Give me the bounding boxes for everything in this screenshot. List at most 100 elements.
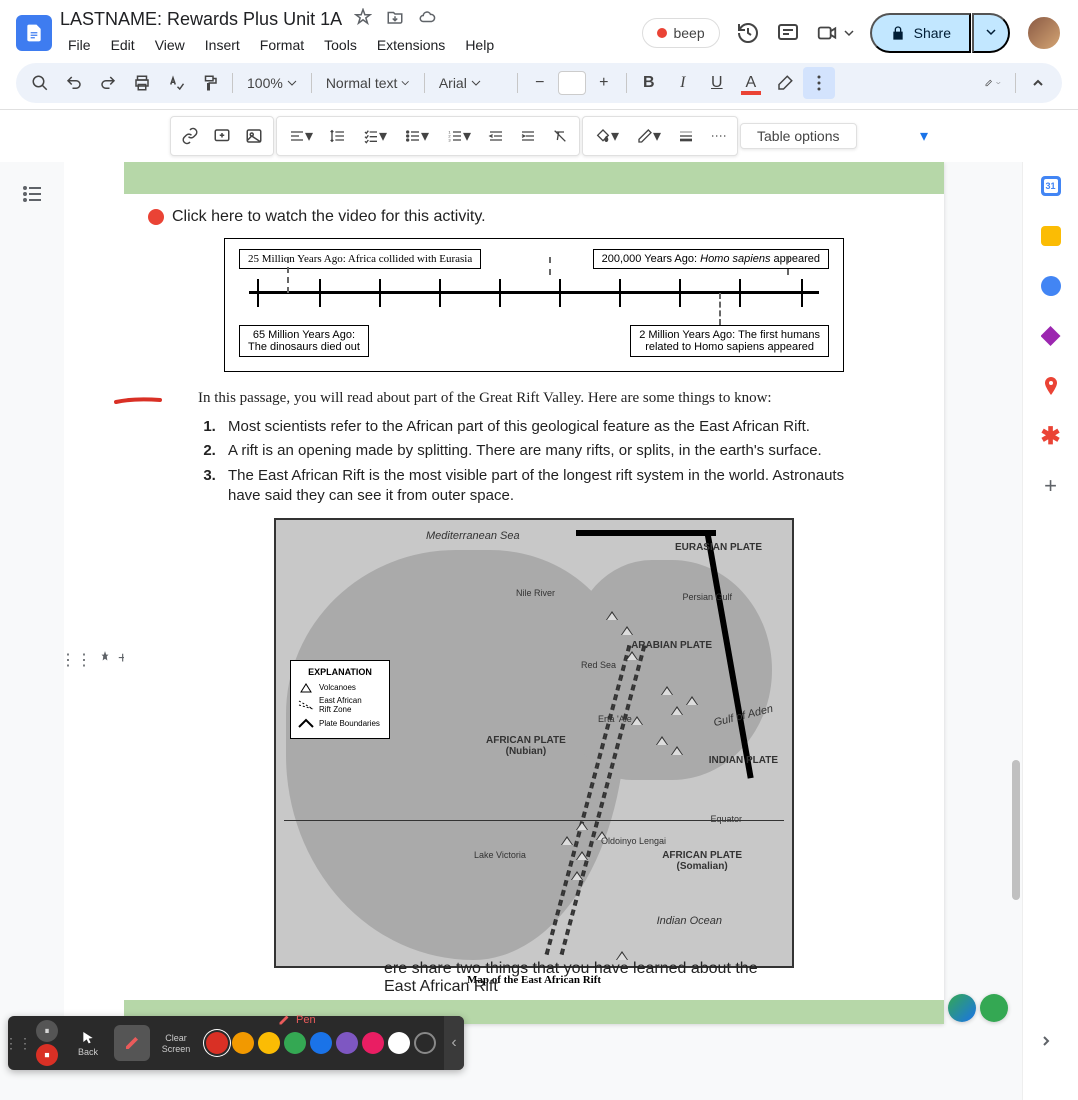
drag-handle-icon[interactable]: ⋮⋮ [64, 650, 92, 670]
link-icon[interactable] [175, 121, 205, 151]
border-color-icon[interactable]: ▾ [629, 121, 669, 151]
docs-logo[interactable] [16, 15, 52, 51]
timeline-label-top-left: 25 Million Years Ago: Africa collided wi… [239, 249, 481, 269]
checklist-icon[interactable]: ▾ [355, 121, 395, 151]
cloud-icon[interactable] [418, 8, 436, 31]
get-addons-icon[interactable]: + [1041, 476, 1061, 496]
expand-side-panel-icon[interactable] [1038, 1033, 1054, 1054]
video-link[interactable]: Click here to watch the video for this a… [148, 208, 920, 226]
color-yellow[interactable] [258, 1032, 280, 1054]
timeline-label-top-right: 200,000 Years Ago: Homo sapiens appeared [593, 249, 829, 269]
header: LASTNAME: Rewards Plus Unit 1A File Edit… [0, 0, 1078, 57]
outline-toggle-icon[interactable] [20, 182, 44, 206]
title-area: LASTNAME: Rewards Plus Unit 1A File Edit… [60, 8, 634, 57]
align-icon[interactable]: ▾ [281, 121, 321, 151]
fill-color-icon[interactable]: ▾ [587, 121, 627, 151]
spellcheck-icon[interactable] [160, 67, 192, 99]
pause-button[interactable]: ⏸ [36, 1020, 58, 1042]
contacts-icon[interactable] [1041, 326, 1061, 346]
color-none[interactable] [414, 1032, 436, 1054]
add-comment-icon[interactable] [207, 121, 237, 151]
more-button[interactable] [803, 67, 835, 99]
border-width-icon[interactable] [671, 121, 701, 151]
collapse-toolbar-icon[interactable] [1022, 67, 1054, 99]
doc-title[interactable]: LASTNAME: Rewards Plus Unit 1A [60, 9, 342, 30]
color-green[interactable] [284, 1032, 306, 1054]
zoom-select[interactable]: 100% [239, 75, 305, 91]
menu-tools[interactable]: Tools [316, 33, 365, 57]
clear-screen-button[interactable]: Clear Screen [158, 1025, 194, 1061]
border-dash-icon[interactable] [703, 121, 733, 151]
star-icon[interactable] [354, 8, 372, 31]
share-button[interactable]: Share [870, 13, 971, 53]
bold-button[interactable]: B [633, 67, 665, 99]
timeline-label-bot-right: 2 Million Years Ago: The first humansrel… [630, 325, 829, 357]
user-avatar[interactable] [1026, 15, 1062, 51]
addon-icon[interactable]: ✱ [1041, 426, 1061, 446]
menu-help[interactable]: Help [457, 33, 502, 57]
menu-view[interactable]: View [147, 33, 193, 57]
text-color-button[interactable]: A [735, 67, 767, 99]
editing-mode[interactable] [977, 67, 1009, 99]
scrollbar[interactable] [1010, 140, 1020, 1038]
color-blue[interactable] [310, 1032, 332, 1054]
line-spacing-icon[interactable] [323, 121, 353, 151]
collapse-toolbar-button[interactable]: ‹ [444, 1016, 464, 1070]
cursor-tool[interactable]: Back [70, 1025, 106, 1061]
red-circle-icon [148, 209, 164, 225]
search-icon[interactable] [24, 67, 56, 99]
pin-icon[interactable] [98, 650, 112, 670]
menu-format[interactable]: Format [252, 33, 312, 57]
color-purple[interactable] [336, 1032, 358, 1054]
font-select[interactable]: Arial [431, 75, 511, 91]
paint-format-icon[interactable] [194, 67, 226, 99]
list-item: A rift is an opening made by splitting. … [220, 441, 880, 461]
pen-tool[interactable] [114, 1025, 150, 1061]
menu-file[interactable]: File [60, 33, 99, 57]
color-pink[interactable] [362, 1032, 384, 1054]
document-area[interactable]: ⋮⋮ + Click here to watch the video for t… [64, 162, 1022, 1100]
tasks-icon[interactable] [1041, 276, 1061, 296]
font-size-minus[interactable]: − [524, 67, 556, 99]
menu-bar: File Edit View Insert Format Tools Exten… [60, 33, 634, 57]
italic-button[interactable]: I [667, 67, 699, 99]
highlight-button[interactable] [769, 67, 801, 99]
indent-decrease-icon[interactable] [481, 121, 511, 151]
style-select[interactable]: Normal text [318, 75, 418, 91]
clear-formatting-icon[interactable] [545, 121, 575, 151]
print-icon[interactable] [126, 67, 158, 99]
font-size-input[interactable] [558, 71, 586, 95]
menu-insert[interactable]: Insert [197, 33, 248, 57]
badge-1[interactable] [948, 994, 976, 1022]
redo-icon[interactable] [92, 67, 124, 99]
numbered-list-icon[interactable]: 123▾ [439, 121, 479, 151]
font-size-plus[interactable]: + [588, 67, 620, 99]
underline-button[interactable]: U [701, 67, 733, 99]
insert-image-icon[interactable] [239, 121, 269, 151]
keep-icon[interactable] [1041, 226, 1061, 246]
stop-button[interactable]: ⏹ [36, 1044, 58, 1066]
bullet-list-icon[interactable]: ▾ [397, 121, 437, 151]
calendar-icon[interactable]: 31 [1041, 176, 1061, 196]
beep-button[interactable]: beep [642, 18, 719, 48]
color-red[interactable] [206, 1032, 228, 1054]
drag-handle-icon[interactable]: ⋮⋮ [8, 1035, 28, 1052]
move-icon[interactable] [386, 8, 404, 31]
history-icon[interactable] [736, 21, 760, 45]
map-legend: EXPLANATION Volcanoes East AfricanRift Z… [290, 660, 390, 739]
color-white[interactable] [388, 1032, 410, 1054]
undo-icon[interactable] [58, 67, 90, 99]
list-item: The East African Rift is the most visibl… [220, 466, 880, 507]
toolbar-overflow-icon[interactable]: ▾ [920, 126, 928, 146]
table-options-button[interactable]: Table options [745, 128, 852, 144]
color-orange[interactable] [232, 1032, 254, 1054]
indent-increase-icon[interactable] [513, 121, 543, 151]
maps-icon[interactable] [1041, 376, 1061, 396]
share-dropdown[interactable] [972, 13, 1010, 53]
badge-2[interactable] [980, 994, 1008, 1022]
pen-label: Pen [278, 1014, 316, 1026]
meet-button[interactable] [816, 22, 854, 44]
menu-extensions[interactable]: Extensions [369, 33, 453, 57]
menu-edit[interactable]: Edit [103, 33, 143, 57]
comments-icon[interactable] [776, 21, 800, 45]
